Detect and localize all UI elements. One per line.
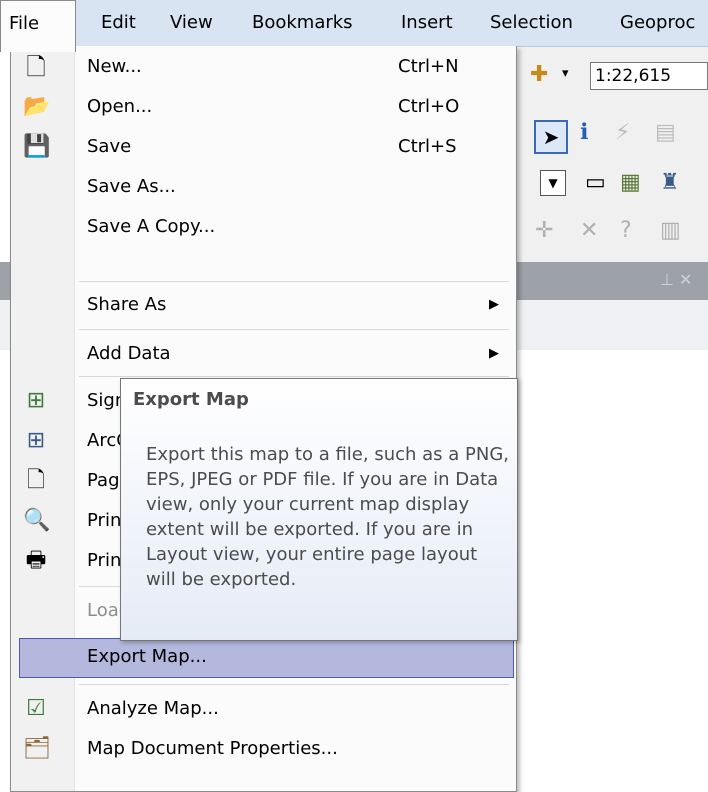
combo-dropdown-icon[interactable]: ▼ <box>540 170 566 196</box>
menu-item-save[interactable]: 💾 Save Ctrl+S <box>11 128 516 168</box>
layout-view-icon[interactable]: ▭ <box>585 170 606 195</box>
map-image-icon[interactable]: ▦ <box>620 170 641 195</box>
menu-selection[interactable]: Selection <box>490 12 573 33</box>
dropdown-arrow-icon[interactable]: ▾ <box>562 66 569 81</box>
map-scale-input[interactable]: 1:22,615 <box>590 62 708 90</box>
table-icon[interactable]: ▥ <box>660 218 681 243</box>
menu-edit[interactable]: Edit <box>101 12 136 33</box>
menu-item-export-map[interactable]: Export Map... <box>19 638 514 678</box>
tooltip-title: Export Map <box>133 389 249 410</box>
menu-item-shortcut: Ctrl+S <box>398 136 457 157</box>
tooltip-body: Export this map to a file, such as a PNG… <box>146 444 510 590</box>
menu-separator <box>79 684 509 685</box>
menu-item-label: Map Document Properties... <box>87 738 338 759</box>
menu-separator <box>79 281 509 282</box>
menu-item-open[interactable]: 📂 Open... Ctrl+O <box>11 88 516 128</box>
submenu-arrow-icon: ▶ <box>489 297 499 312</box>
menu-insert[interactable]: Insert <box>401 12 453 33</box>
select-elements-icon[interactable]: ➤ <box>534 120 568 154</box>
page-setup-icon: 🗋 <box>27 468 45 493</box>
hyperlink-icon[interactable]: ⚡ <box>615 120 630 145</box>
menu-item-save-a-copy[interactable]: Save A Copy... <box>11 208 516 248</box>
menu-separator <box>79 329 509 330</box>
menu-item-label: Share As <box>87 294 167 315</box>
pan-icon[interactable]: ✛ <box>535 218 553 243</box>
open-folder-icon: 📂 <box>23 94 51 119</box>
menu-file[interactable]: File <box>0 0 76 52</box>
map-properties-icon: 🗂 <box>23 736 51 761</box>
menu-item-new[interactable]: 🗋 New... Ctrl+N <box>11 48 516 88</box>
print-preview-icon: 🔍 <box>23 508 51 533</box>
menu-item-label: Analyze Map... <box>87 698 219 719</box>
menu-geoprocessing[interactable]: Geoproc <box>620 12 695 33</box>
menu-item-add-data[interactable]: Add Data ▶ <box>11 335 516 375</box>
identify-icon[interactable]: ℹ <box>580 120 588 145</box>
pin-close-icon[interactable]: ⊥ ✕ <box>660 270 692 289</box>
printer-icon: 🖶 <box>25 548 47 573</box>
menu-item-save-as[interactable]: Save As... <box>11 168 516 208</box>
new-document-icon: 🗋 <box>26 53 46 81</box>
menu-item-shortcut: Ctrl+N <box>398 56 459 77</box>
help-icon[interactable]: ? <box>620 218 632 243</box>
menu-item-share-as[interactable]: Share As ▶ <box>11 286 516 326</box>
add-data-icon[interactable]: ✚ <box>530 62 548 87</box>
menu-separator <box>79 376 509 377</box>
menu-item-shortcut: Ctrl+O <box>398 96 460 117</box>
menu-item-map-document-properties[interactable]: 🗂 Map Document Properties... <box>11 730 516 770</box>
submenu-arrow-icon: ▶ <box>489 346 499 361</box>
menu-item-analyze-map[interactable]: ☑ Analyze Map... <box>11 690 516 730</box>
menu-item-label: Save As... <box>87 176 176 197</box>
sign-in-icon: ⊞ <box>26 388 46 413</box>
menu-bookmarks[interactable]: Bookmarks <box>252 12 353 33</box>
save-disk-icon: 💾 <box>23 134 51 159</box>
menu-bar: File Edit View Bookmarks Insert Selectio… <box>0 0 708 52</box>
arcgis-online-icon: ⊞ <box>26 428 46 453</box>
measure-icon[interactable]: ✕ <box>580 218 598 243</box>
editor-icon[interactable]: ♜ <box>660 170 680 195</box>
menu-item-label: Export Map... <box>87 646 207 667</box>
menu-item-label: Open... <box>87 96 153 117</box>
menu-view[interactable]: View <box>170 12 213 33</box>
menu-item-label: Add Data <box>87 343 171 364</box>
menu-item-label: New... <box>87 56 142 77</box>
menu-item-label: Save <box>87 136 132 157</box>
analyze-map-icon: ☑ <box>26 696 46 721</box>
menu-item-label: Save A Copy... <box>87 216 216 237</box>
export-map-tooltip: Export Map Export this map to a file, su… <box>120 378 518 641</box>
html-popup-icon[interactable]: ▤ <box>655 120 676 145</box>
